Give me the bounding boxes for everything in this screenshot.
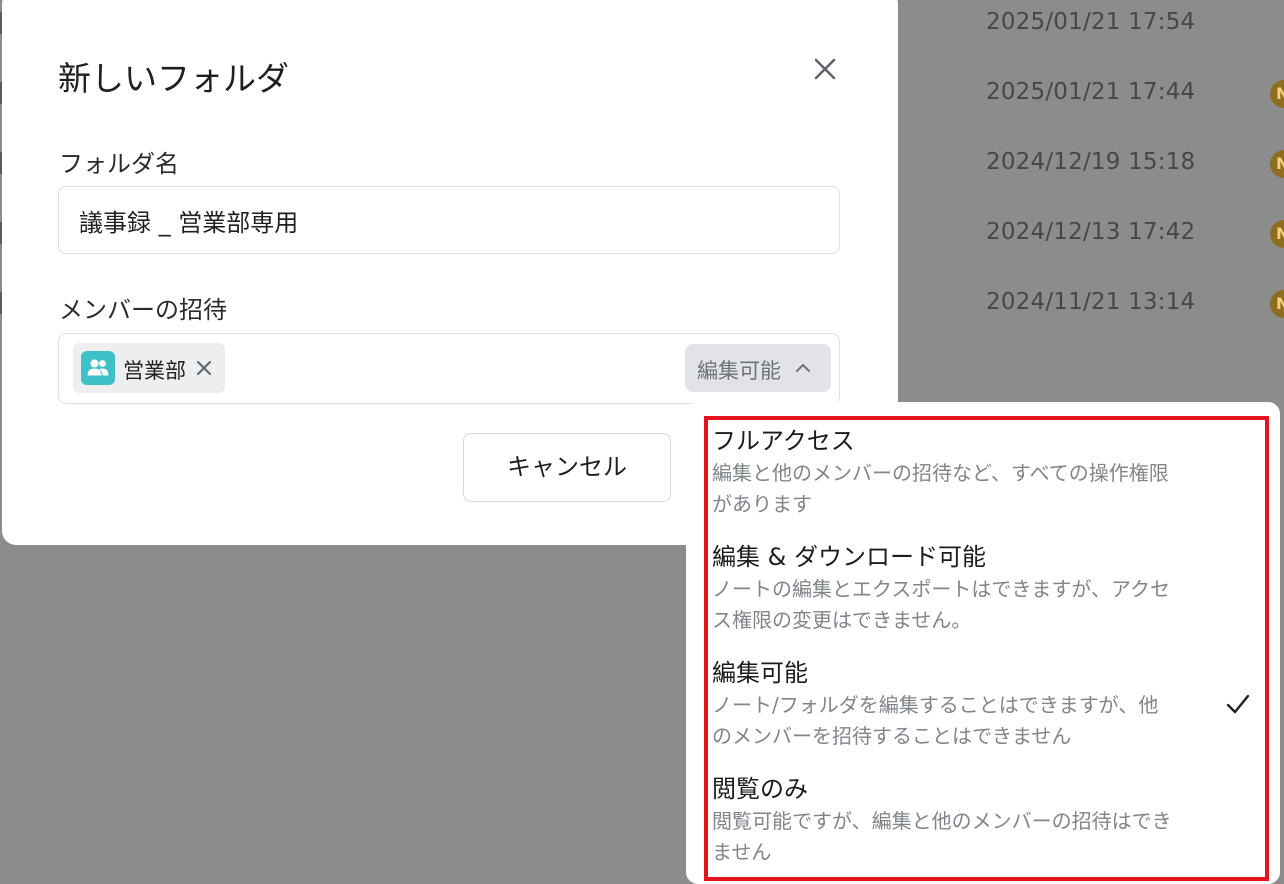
chevron-up-icon	[796, 364, 810, 372]
folder-name-input[interactable]	[58, 186, 840, 254]
invite-members-label: メンバーの招待	[59, 296, 227, 324]
folder-name-label: フォルダ名	[59, 150, 179, 178]
avatar: N	[1270, 290, 1284, 318]
member-chip-label: 営業部	[123, 359, 186, 383]
group-icon	[81, 351, 115, 385]
option-description-line: 編集と他のメンバーの招待など、すべての操作権限	[712, 461, 1169, 485]
check-icon	[1226, 694, 1250, 714]
option-description-line: ノート/フォルダを編集することはできますが、他	[712, 693, 1159, 717]
avatar: N	[1270, 150, 1284, 178]
remove-member-button[interactable]	[193, 357, 215, 379]
permission-select-value: 編集可能	[697, 359, 781, 383]
avatar: N	[1270, 80, 1284, 108]
close-icon	[814, 58, 836, 80]
avatar: N	[1270, 220, 1284, 248]
close-button[interactable]	[808, 52, 842, 86]
row-date: 2024/12/13 17:42	[986, 219, 1196, 245]
option-description-line: 閲覧可能ですが、編集と他のメンバーの招待はでき	[712, 809, 1172, 833]
option-title: フルアクセス	[712, 427, 855, 455]
option-title: 編集 & ダウンロード可能	[712, 543, 986, 571]
option-description: ノートの編集とエクスポートはできますが、アクセ ス権限の変更はできません。	[712, 574, 1202, 636]
cancel-button[interactable]: キャンセル	[463, 433, 671, 502]
close-icon	[197, 361, 211, 375]
permission-option-view-only[interactable]: 閲覧のみ 閲覧可能ですが、編集と他のメンバーの招待はでき ません	[712, 774, 1262, 868]
option-description-line: ス権限の変更はできません。	[712, 608, 972, 632]
row-date: 2025/01/21 17:54	[986, 9, 1196, 35]
option-description: ノート/フォルダを編集することはできますが、他 のメンバーを招待することはできま…	[712, 690, 1202, 752]
row-date: 2025/01/21 17:44	[986, 79, 1196, 105]
option-description: 閲覧可能ですが、編集と他のメンバーの招待はでき ません	[712, 806, 1202, 868]
option-description-line: があります	[712, 492, 812, 516]
permission-option-full-access[interactable]: フルアクセス 編集と他のメンバーの招待など、すべての操作権限 があります	[712, 426, 1262, 520]
option-description-line: ません	[712, 840, 772, 864]
row-date: 2024/11/21 13:14	[986, 289, 1196, 315]
option-description-line: のメンバーを招待することはできません	[712, 724, 1072, 748]
invite-members-field[interactable]: 営業部 編集可能	[58, 333, 840, 404]
option-description: 編集と他のメンバーの招待など、すべての操作権限 があります	[712, 458, 1202, 520]
member-chip: 営業部	[73, 343, 225, 393]
dialog-title: 新しいフォルダ	[58, 59, 289, 98]
permission-option-edit-download[interactable]: 編集 & ダウンロード可能 ノートの編集とエクスポートはできますが、アクセ ス権…	[712, 542, 1262, 636]
option-description-line: ノートの編集とエクスポートはできますが、アクセ	[712, 577, 1170, 601]
permission-select[interactable]: 編集可能	[685, 344, 831, 392]
row-date: 2024/12/19 15:18	[986, 149, 1196, 175]
option-title: 閲覧のみ	[712, 775, 808, 803]
permission-option-edit[interactable]: 編集可能 ノート/フォルダを編集することはできますが、他 のメンバーを招待するこ…	[712, 658, 1262, 752]
option-title: 編集可能	[712, 659, 808, 687]
